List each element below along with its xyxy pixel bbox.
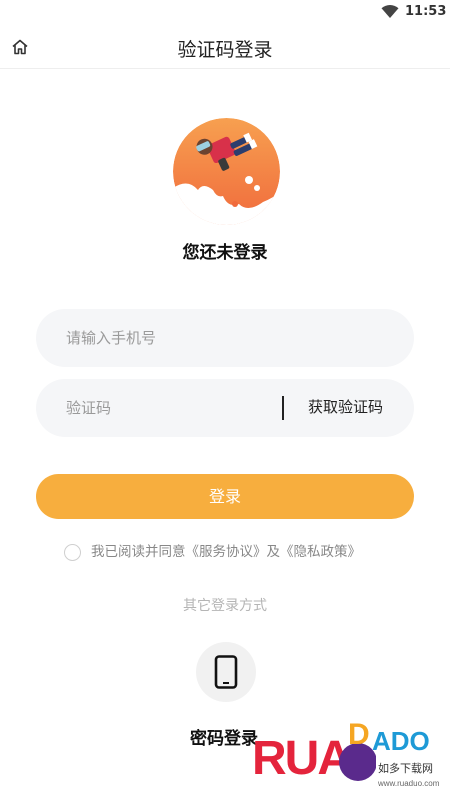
- login-status-text: 您还未登录: [182, 243, 268, 263]
- wifi-icon: [381, 5, 399, 18]
- agreement-conjunction: 及: [266, 544, 281, 560]
- agreement-row: 我已阅读并同意《服务协议》及《隐私政策》: [64, 542, 404, 562]
- service-agreement-link[interactable]: 《服务协议》: [186, 544, 267, 560]
- other-login-title: 其它登录方式: [183, 598, 267, 614]
- divider: [282, 396, 284, 420]
- phone-icon: [214, 655, 238, 689]
- ruandado-logo: RUA D ADO 如多下载网 www.ruaduo.com: [252, 718, 442, 788]
- code-field: 获取验证码: [36, 379, 414, 437]
- status-time: 11:53: [405, 4, 447, 19]
- verification-code-input[interactable]: [66, 379, 266, 437]
- svg-text:RUA: RUA: [252, 732, 351, 785]
- svg-text:www.ruaduo.com: www.ruaduo.com: [377, 779, 440, 788]
- password-login-button[interactable]: [196, 642, 256, 702]
- header: 验证码登录: [0, 26, 450, 69]
- rocket-man-illustration: [173, 118, 280, 225]
- svg-text:如多下载网: 如多下载网: [378, 761, 433, 775]
- svg-text:ADO: ADO: [372, 726, 430, 756]
- agreement-prefix: 我已阅读并同意: [91, 544, 186, 560]
- svg-text:D: D: [348, 718, 370, 751]
- login-button[interactable]: 登录: [36, 474, 414, 519]
- page-title: 验证码登录: [177, 39, 273, 61]
- watermark-logo: RUA D ADO 如多下载网 www.ruaduo.com: [248, 712, 448, 798]
- phone-input[interactable]: [66, 309, 386, 367]
- agreement-text: 我已阅读并同意《服务协议》及《隐私政策》: [91, 542, 361, 562]
- phone-field: [36, 309, 414, 367]
- privacy-policy-link[interactable]: 《隐私政策》: [280, 544, 361, 560]
- agreement-checkbox[interactable]: [64, 544, 81, 561]
- get-code-button[interactable]: 获取验证码: [308, 396, 383, 417]
- status-bar: 11:53: [0, 0, 450, 26]
- avatar: [173, 118, 280, 225]
